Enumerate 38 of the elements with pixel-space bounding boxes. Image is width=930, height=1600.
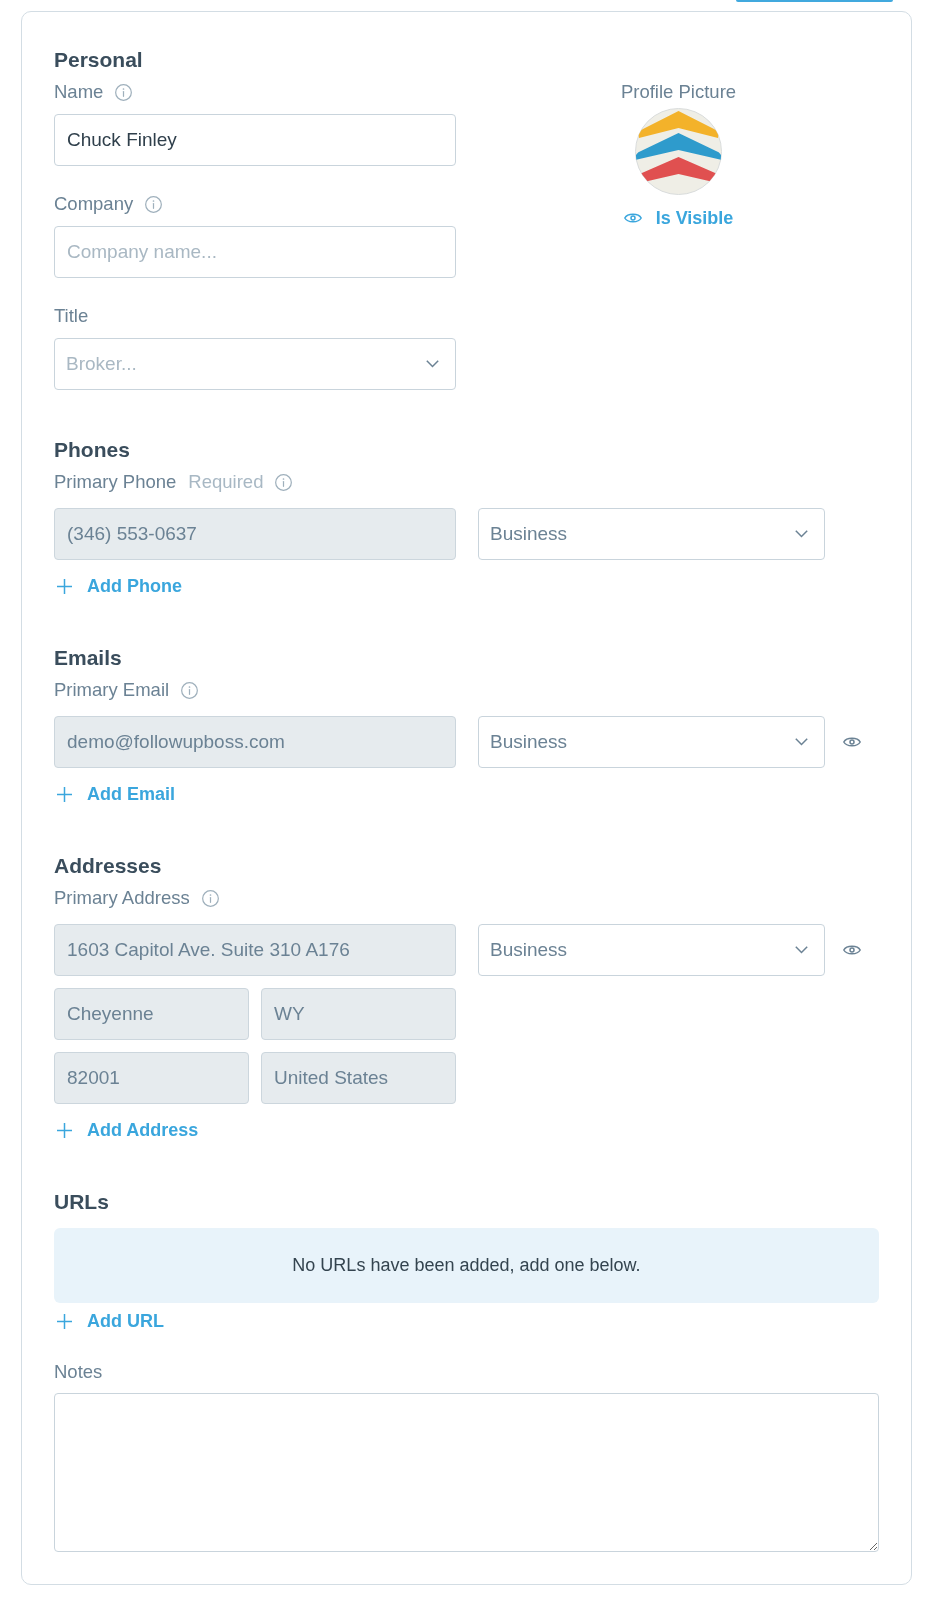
field-label: Company [54,192,134,216]
add-button[interactable]: Add URL [54,1309,164,1333]
field-label: Name [54,80,104,104]
required-hint: Required [188,470,264,494]
visibility-toggle[interactable]: Is Visible [623,206,734,230]
section-heading: Addresses [54,853,162,879]
section-heading: URLs [54,1189,109,1215]
plus-icon [57,786,72,802]
field-label: Profile Picture [620,80,737,104]
dropdown-select[interactable]: Business [478,508,825,560]
add-button[interactable]: Add Phone [54,574,182,598]
eye-icon [623,212,642,224]
section-heading: Personal [54,47,143,73]
empty-message: No URLs have been added, add one below. [54,1228,879,1303]
dropdown-select[interactable]: Broker... [54,338,456,390]
plus-icon [57,578,72,594]
chevron-down-icon [795,946,808,954]
add-button[interactable]: Add Address [54,1118,199,1142]
chevron-down-icon [795,530,808,538]
text-input[interactable]: Company name... [54,226,456,278]
chevron-down-icon [795,738,808,746]
field-label: Title [54,304,89,328]
plus-icon [57,1122,72,1138]
field-label: Primary Email [54,678,170,702]
field-label: Primary Address [54,886,190,910]
dropdown-select[interactable]: Business [478,924,825,976]
eye-icon[interactable] [843,944,861,956]
plus-icon [57,1313,72,1329]
profile-picture-logo[interactable] [635,108,722,195]
chevron-down-icon [426,360,439,368]
field-label: Primary Phone [54,470,177,494]
text-input[interactable]: Chuck Finley [54,114,456,166]
eye-icon[interactable] [843,736,861,748]
field-label: Notes [54,1360,103,1384]
dropdown-select[interactable]: Business [478,716,825,768]
section-heading: Emails [54,645,122,671]
add-button[interactable]: Add Email [54,782,175,806]
section-heading: Phones [54,437,130,463]
